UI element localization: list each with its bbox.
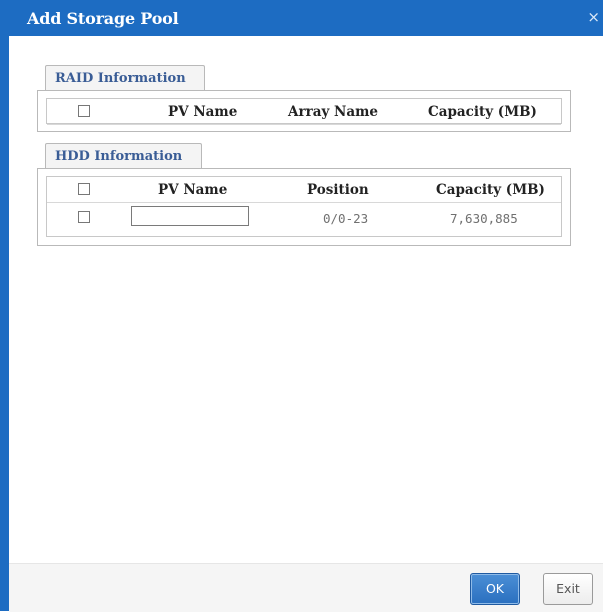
dialog-title: Add Storage Pool xyxy=(27,9,179,28)
raid-select-all-checkbox[interactable] xyxy=(78,105,90,117)
dialog-left-border xyxy=(0,0,9,611)
raid-col-array-name: Array Name xyxy=(288,104,378,120)
raid-table-header: PV Name Array Name Capacity (MB) xyxy=(47,99,561,125)
raid-col-pv-name: PV Name xyxy=(168,104,238,120)
tab-hdd-information[interactable]: HDD Information xyxy=(45,143,202,169)
hdd-information-panel: PV Name Position Capacity (MB) 0/0-23 7,… xyxy=(37,168,571,246)
close-icon[interactable]: × xyxy=(587,8,600,26)
exit-button[interactable]: Exit xyxy=(543,573,593,605)
raid-information-panel: PV Name Array Name Capacity (MB) xyxy=(37,90,571,132)
pv-name-input[interactable] xyxy=(131,206,249,226)
raid-col-capacity: Capacity (MB) xyxy=(428,104,537,120)
hdd-col-position: Position xyxy=(307,182,369,198)
hdd-row-checkbox[interactable] xyxy=(78,211,90,223)
dialog-titlebar: Add Storage Pool × xyxy=(9,0,603,36)
add-storage-pool-dialog: Add Storage Pool × RAID Information PV N… xyxy=(0,0,603,612)
raid-table: PV Name Array Name Capacity (MB) xyxy=(46,98,562,125)
ok-button[interactable]: OK xyxy=(470,573,520,605)
hdd-select-all-checkbox[interactable] xyxy=(78,183,90,195)
hdd-col-capacity: Capacity (MB) xyxy=(436,182,545,198)
position-value: 0/0-23 xyxy=(323,211,369,226)
dialog-footer: OK Exit xyxy=(9,563,603,612)
hdd-table-header: PV Name Position Capacity (MB) xyxy=(47,177,561,203)
table-row: 0/0-23 7,630,885 xyxy=(47,205,561,230)
hdd-col-pv-name: PV Name xyxy=(158,182,228,198)
hdd-table: PV Name Position Capacity (MB) 0/0-23 7,… xyxy=(46,176,562,237)
tab-raid-information[interactable]: RAID Information xyxy=(45,65,205,91)
capacity-value: 7,630,885 xyxy=(450,211,518,226)
